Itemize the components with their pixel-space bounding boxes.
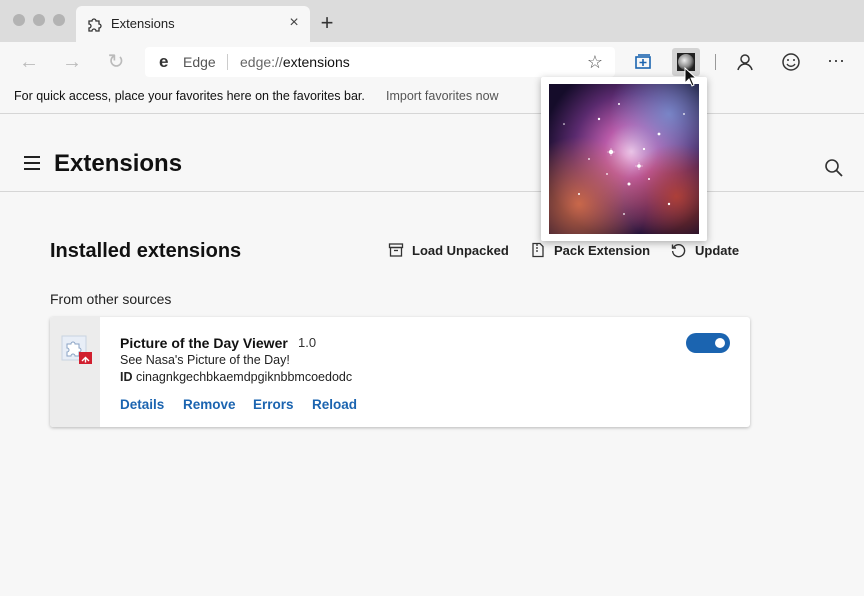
page-header: Extensions: [0, 114, 864, 192]
pack-extension-label: Pack Extension: [554, 243, 651, 258]
address-separator: [227, 54, 228, 70]
extension-id: ID cinagnkgechbkaemdpgiknbbmcoedodc: [120, 370, 353, 384]
installed-extensions-heading: Installed extensions: [50, 240, 242, 262]
from-other-sources-heading: From other sources: [50, 291, 172, 307]
refresh-button[interactable]: ↻: [103, 50, 129, 74]
import-favorites-link[interactable]: Import favorites now: [386, 89, 499, 103]
search-icon[interactable]: [824, 158, 844, 178]
tab-close-icon[interactable]: ×: [284, 13, 304, 33]
puzzle-icon: [88, 18, 102, 32]
extension-icon-column: [50, 317, 100, 427]
nebula-picture-of-the-day-image: [549, 84, 699, 234]
extension-card: Picture of the Day Viewer 1.0 See Nasa's…: [50, 317, 750, 427]
back-button[interactable]: ←: [16, 50, 42, 74]
extension-name: Picture of the Day Viewer: [120, 335, 288, 351]
close-window-button[interactable]: [13, 14, 25, 26]
refresh-icon: [671, 243, 686, 258]
profile-icon[interactable]: [731, 48, 759, 76]
load-unpacked-button[interactable]: Load Unpacked: [388, 240, 509, 262]
remove-link[interactable]: Remove: [183, 397, 236, 412]
box-icon: [388, 243, 404, 257]
load-unpacked-label: Load Unpacked: [412, 243, 509, 258]
address-url[interactable]: edge://extensions: [240, 54, 350, 70]
errors-link[interactable]: Errors: [253, 397, 294, 412]
extension-puzzle-icon: [61, 335, 92, 364]
forward-button[interactable]: →: [59, 50, 85, 74]
toggle-knob: [715, 338, 725, 348]
feedback-smiley-icon[interactable]: [777, 48, 805, 76]
browser-brand: Edge: [183, 54, 216, 70]
update-button[interactable]: Update: [670, 240, 750, 262]
collections-icon[interactable]: [629, 48, 657, 76]
edge-logo-icon: e: [159, 52, 169, 71]
page-title: Extensions: [54, 150, 183, 177]
title-bar: Extensions × +: [0, 0, 864, 42]
reload-link[interactable]: Reload: [312, 397, 357, 412]
extension-enable-toggle[interactable]: [686, 333, 730, 353]
minimize-window-button[interactable]: [33, 14, 45, 26]
extension-description: See Nasa's Picture of the Day!: [120, 353, 290, 367]
extension-version: 1.0: [298, 335, 317, 350]
mouse-cursor-icon: [684, 67, 698, 87]
zip-icon: [532, 242, 544, 258]
zoom-window-button[interactable]: [53, 14, 65, 26]
tab-extensions[interactable]: Extensions ×: [76, 6, 310, 42]
toolbar-separator: [715, 54, 716, 70]
address-bar[interactable]: e Edge edge://extensions ☆: [145, 47, 615, 77]
more-menu-icon[interactable]: ···: [822, 48, 850, 76]
tab-title: Extensions: [111, 16, 175, 31]
toolbar: ← → ↻ e Edge edge://extensions ☆ ···: [0, 42, 864, 82]
pack-extension-button[interactable]: Pack Extension: [530, 240, 650, 262]
favorite-star-icon[interactable]: ☆: [587, 52, 603, 72]
extension-popup: [541, 77, 707, 241]
favorites-bar: For quick access, place your favorites h…: [0, 82, 864, 114]
hamburger-menu-icon[interactable]: [24, 156, 40, 170]
favorites-bar-message: For quick access, place your favorites h…: [14, 89, 365, 103]
update-label: Update: [695, 243, 740, 258]
new-tab-button[interactable]: +: [316, 12, 338, 34]
details-link[interactable]: Details: [120, 397, 164, 412]
